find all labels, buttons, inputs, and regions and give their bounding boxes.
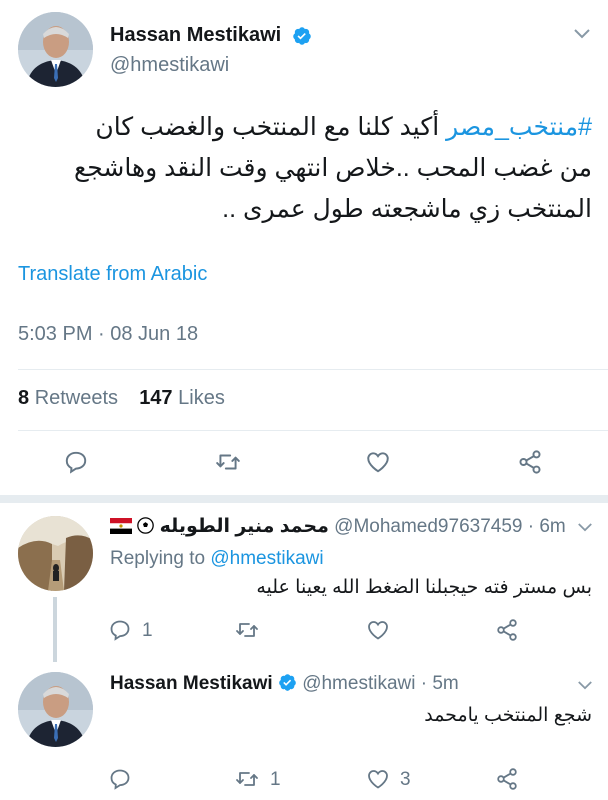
reply-author-name[interactable]: Hassan Mestikawi <box>110 673 273 694</box>
chevron-down-icon[interactable] <box>573 28 591 40</box>
replying-to: Replying to @hmestikawi <box>110 548 324 570</box>
tweet-text: #منتخب_مصر أكيد كلنا مع المنتخب والغضب ك… <box>18 107 592 230</box>
translate-link[interactable]: Translate from Arabic <box>18 263 207 286</box>
soccer-ball-emoji <box>137 517 155 540</box>
reply-author-avatar[interactable] <box>18 516 93 591</box>
retweet-icon[interactable] <box>214 449 242 480</box>
replying-prefix: Replying to <box>110 548 206 569</box>
like-icon[interactable] <box>366 618 390 647</box>
verified-badge-icon <box>292 26 312 51</box>
like-icon[interactable] <box>366 767 390 796</box>
tweet-stats: 8 Retweets 147 Likes <box>18 387 225 410</box>
tweet-text-line1: #منتخب_مصر أكيد كلنا مع المنتخب والغضب ك… <box>18 107 592 148</box>
likes-label[interactable]: Likes <box>178 387 225 409</box>
reply-handle-time[interactable]: @hmestikawi · 5m <box>302 673 459 694</box>
section-divider <box>0 495 608 503</box>
share-icon[interactable] <box>516 449 544 480</box>
like-count[interactable]: 3 <box>400 769 411 791</box>
reply-header: Hassan Mestikawi @hmestikawi · 5m <box>110 673 459 698</box>
replying-handle-link[interactable]: @hmestikawi <box>210 548 323 569</box>
retweet-icon[interactable] <box>234 618 260 647</box>
reply-author-name[interactable]: محمد منير الطويله <box>160 516 329 537</box>
likes-count[interactable]: 147 <box>139 387 172 409</box>
retweet-count[interactable]: 1 <box>270 769 281 791</box>
share-icon[interactable] <box>494 767 520 796</box>
author-avatar[interactable] <box>18 12 93 87</box>
retweet-icon[interactable] <box>234 767 260 796</box>
author-handle[interactable]: @hmestikawi <box>110 54 229 77</box>
tweet-text-line1-rest: أكيد كلنا مع المنتخب والغضب كان <box>95 113 440 141</box>
reply-author-avatar[interactable] <box>18 672 93 747</box>
tweet-text-line2: من غضب المحب ..خلاص انتهي وقت النقد وهاش… <box>73 154 592 182</box>
divider <box>18 430 608 431</box>
reply-handle-time[interactable]: @Mohamed97637459 · 6m <box>334 516 566 537</box>
author-name[interactable]: Hassan Mestikawi <box>110 24 281 47</box>
like-icon[interactable] <box>365 449 391 480</box>
hashtag-link[interactable]: #منتخب_مصر <box>446 113 592 141</box>
reply-icon[interactable] <box>108 618 132 647</box>
egypt-flag-emoji <box>110 518 132 534</box>
divider <box>18 369 608 370</box>
verified-badge-icon <box>278 673 297 698</box>
share-icon[interactable] <box>494 618 520 647</box>
reply-text: بس مستر فته حيجبلنا الضغط الله يعينا علي… <box>256 577 592 598</box>
tweet-timestamp[interactable]: 5:03 PM · 08 Jun 18 <box>18 323 198 346</box>
chevron-down-icon[interactable] <box>577 680 593 691</box>
tweet-text-line3: المنتخب زي ماشجعته طول عمرى .. <box>222 195 592 223</box>
retweets-count[interactable]: 8 <box>18 387 29 409</box>
reply-header: محمد منير الطويله @Mohamed97637459 · 6m <box>110 515 566 540</box>
reply-icon[interactable] <box>63 449 89 480</box>
retweets-label[interactable]: Retweets <box>35 387 118 409</box>
reply-text: شجع المنتخب يامحمد <box>424 705 592 726</box>
chevron-down-icon[interactable] <box>577 522 593 533</box>
reply-icon[interactable] <box>108 767 132 796</box>
reply-count[interactable]: 1 <box>142 620 153 642</box>
thread-connector-line <box>53 597 57 662</box>
